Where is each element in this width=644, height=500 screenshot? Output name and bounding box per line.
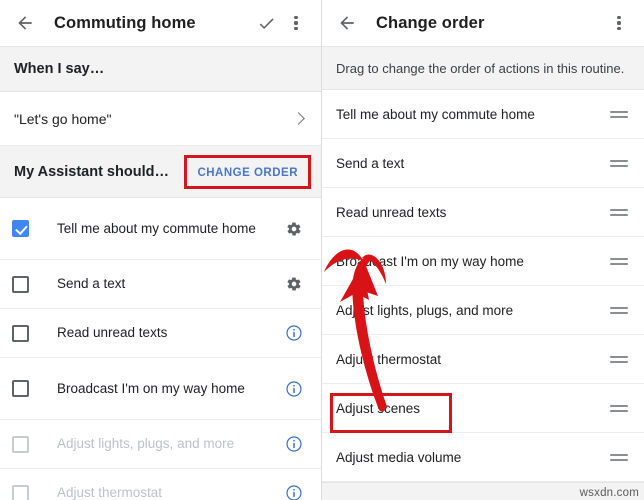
action-label: Send a text	[57, 276, 126, 291]
when-i-say-label: When I say…	[14, 61, 105, 77]
reorder-row[interactable]: Adjust lights, plugs, and more	[322, 286, 644, 335]
watermark-text: wsxdn.com	[579, 487, 639, 499]
info-icon[interactable]	[281, 380, 307, 398]
info-icon[interactable]	[285, 324, 303, 342]
reorder-label: Adjust media volume	[336, 449, 462, 465]
drag-handle-icon[interactable]	[610, 306, 628, 314]
action-row[interactable]: Read unread texts	[0, 309, 321, 358]
my-assistant-should-header: My Assistant should… CHANGE ORDER	[0, 146, 321, 198]
action-checkbox[interactable]	[12, 435, 29, 453]
info-icon[interactable]	[281, 324, 307, 342]
info-icon[interactable]	[281, 484, 307, 500]
dual-screenshot-composite: Commuting home When I say… "Let's go hom…	[0, 0, 644, 500]
action-row[interactable]: Adjust lights, plugs, and more	[0, 420, 321, 469]
reorder-label: Adjust scenes	[336, 400, 421, 416]
action-label: Adjust lights, plugs, and more	[57, 436, 235, 451]
reorder-row[interactable]: Send a text	[322, 139, 644, 188]
action-checkbox[interactable]	[12, 220, 29, 237]
drag-hint-banner: Drag to change the order of actions in t…	[322, 46, 644, 90]
drag-hint-text: Drag to change the order of actions in t…	[336, 60, 625, 76]
reorder-row[interactable]: Broadcast I'm on my way home	[322, 237, 644, 286]
info-icon[interactable]	[285, 380, 303, 398]
drag-handle-icon[interactable]	[610, 453, 628, 461]
action-row[interactable]: Broadcast I'm on my way home	[0, 358, 321, 420]
page-title: Change order	[376, 13, 485, 32]
action-row[interactable]: Send a text	[0, 260, 321, 309]
action-label: Tell me about my commute home	[57, 220, 256, 236]
more-vertical-icon[interactable]	[604, 8, 634, 38]
action-row[interactable]: Adjust thermostat	[0, 469, 321, 500]
drag-handle-icon[interactable]	[610, 159, 628, 167]
action-label: Adjust thermostat	[57, 485, 163, 500]
reorder-row[interactable]: Adjust thermostat	[322, 335, 644, 384]
drag-handle-icon[interactable]	[610, 355, 628, 363]
reorder-label: Tell me about my commute home	[336, 106, 535, 122]
more-vertical-icon[interactable]	[281, 8, 311, 38]
change-order-highlight-box: CHANGE ORDER	[184, 154, 311, 189]
action-label: Read unread texts	[57, 325, 168, 340]
change-order-button[interactable]: CHANGE ORDER	[187, 165, 308, 181]
drag-handle-icon[interactable]	[610, 208, 628, 216]
page-title: Commuting home	[54, 13, 196, 32]
action-checkbox[interactable]	[12, 484, 29, 500]
action-label: Broadcast I'm on my way home	[57, 380, 245, 396]
trigger-phrase-text: "Let's go home"	[14, 110, 112, 127]
action-checkbox[interactable]	[12, 324, 29, 342]
change-order-screen: Change order Drag to change the order of…	[322, 0, 644, 500]
reorder-row[interactable]: Adjust media volume	[322, 433, 644, 482]
reorder-label: Broadcast I'm on my way home	[336, 253, 524, 269]
reorder-row[interactable]: Tell me about my commute home	[322, 90, 644, 139]
gear-icon[interactable]	[281, 276, 307, 292]
trigger-phrase-row[interactable]: "Let's go home"	[0, 92, 321, 146]
chevron-right-icon	[292, 112, 305, 125]
action-checkbox[interactable]	[12, 380, 29, 397]
routine-detail-screen: Commuting home When I say… "Let's go hom…	[0, 0, 322, 500]
reorder-row[interactable]: Adjust scenes	[322, 384, 644, 433]
reorder-label: Adjust lights, plugs, and more	[336, 302, 514, 318]
info-icon[interactable]	[285, 435, 303, 453]
my-assistant-should-label: My Assistant should…	[14, 163, 169, 180]
info-icon[interactable]	[281, 435, 307, 453]
check-icon[interactable]	[251, 8, 281, 38]
drag-handle-icon[interactable]	[610, 110, 628, 118]
when-i-say-header: When I say…	[0, 46, 321, 92]
gear-icon[interactable]	[281, 221, 307, 237]
back-arrow-icon[interactable]	[332, 8, 362, 38]
info-icon[interactable]	[285, 484, 303, 500]
reorder-label: Adjust thermostat	[336, 351, 442, 367]
gear-icon	[287, 277, 301, 291]
reorder-label: Send a text	[336, 155, 405, 171]
drag-handle-icon[interactable]	[610, 404, 628, 412]
reorder-row[interactable]: Read unread texts	[322, 188, 644, 237]
action-checkbox[interactable]	[12, 275, 29, 293]
reorder-label: Read unread texts	[336, 204, 447, 220]
gear-icon	[287, 221, 301, 236]
action-row[interactable]: Tell me about my commute home	[0, 198, 321, 260]
drag-handle-icon[interactable]	[610, 257, 628, 265]
reorderable-action-list: Tell me about my commute home Send a text…	[322, 90, 644, 482]
left-app-bar: Commuting home	[0, 0, 321, 46]
action-checkbox-list: Tell me about my commute home Send a text…	[0, 198, 321, 500]
back-arrow-icon[interactable]	[10, 8, 40, 38]
right-app-bar: Change order	[322, 0, 644, 46]
